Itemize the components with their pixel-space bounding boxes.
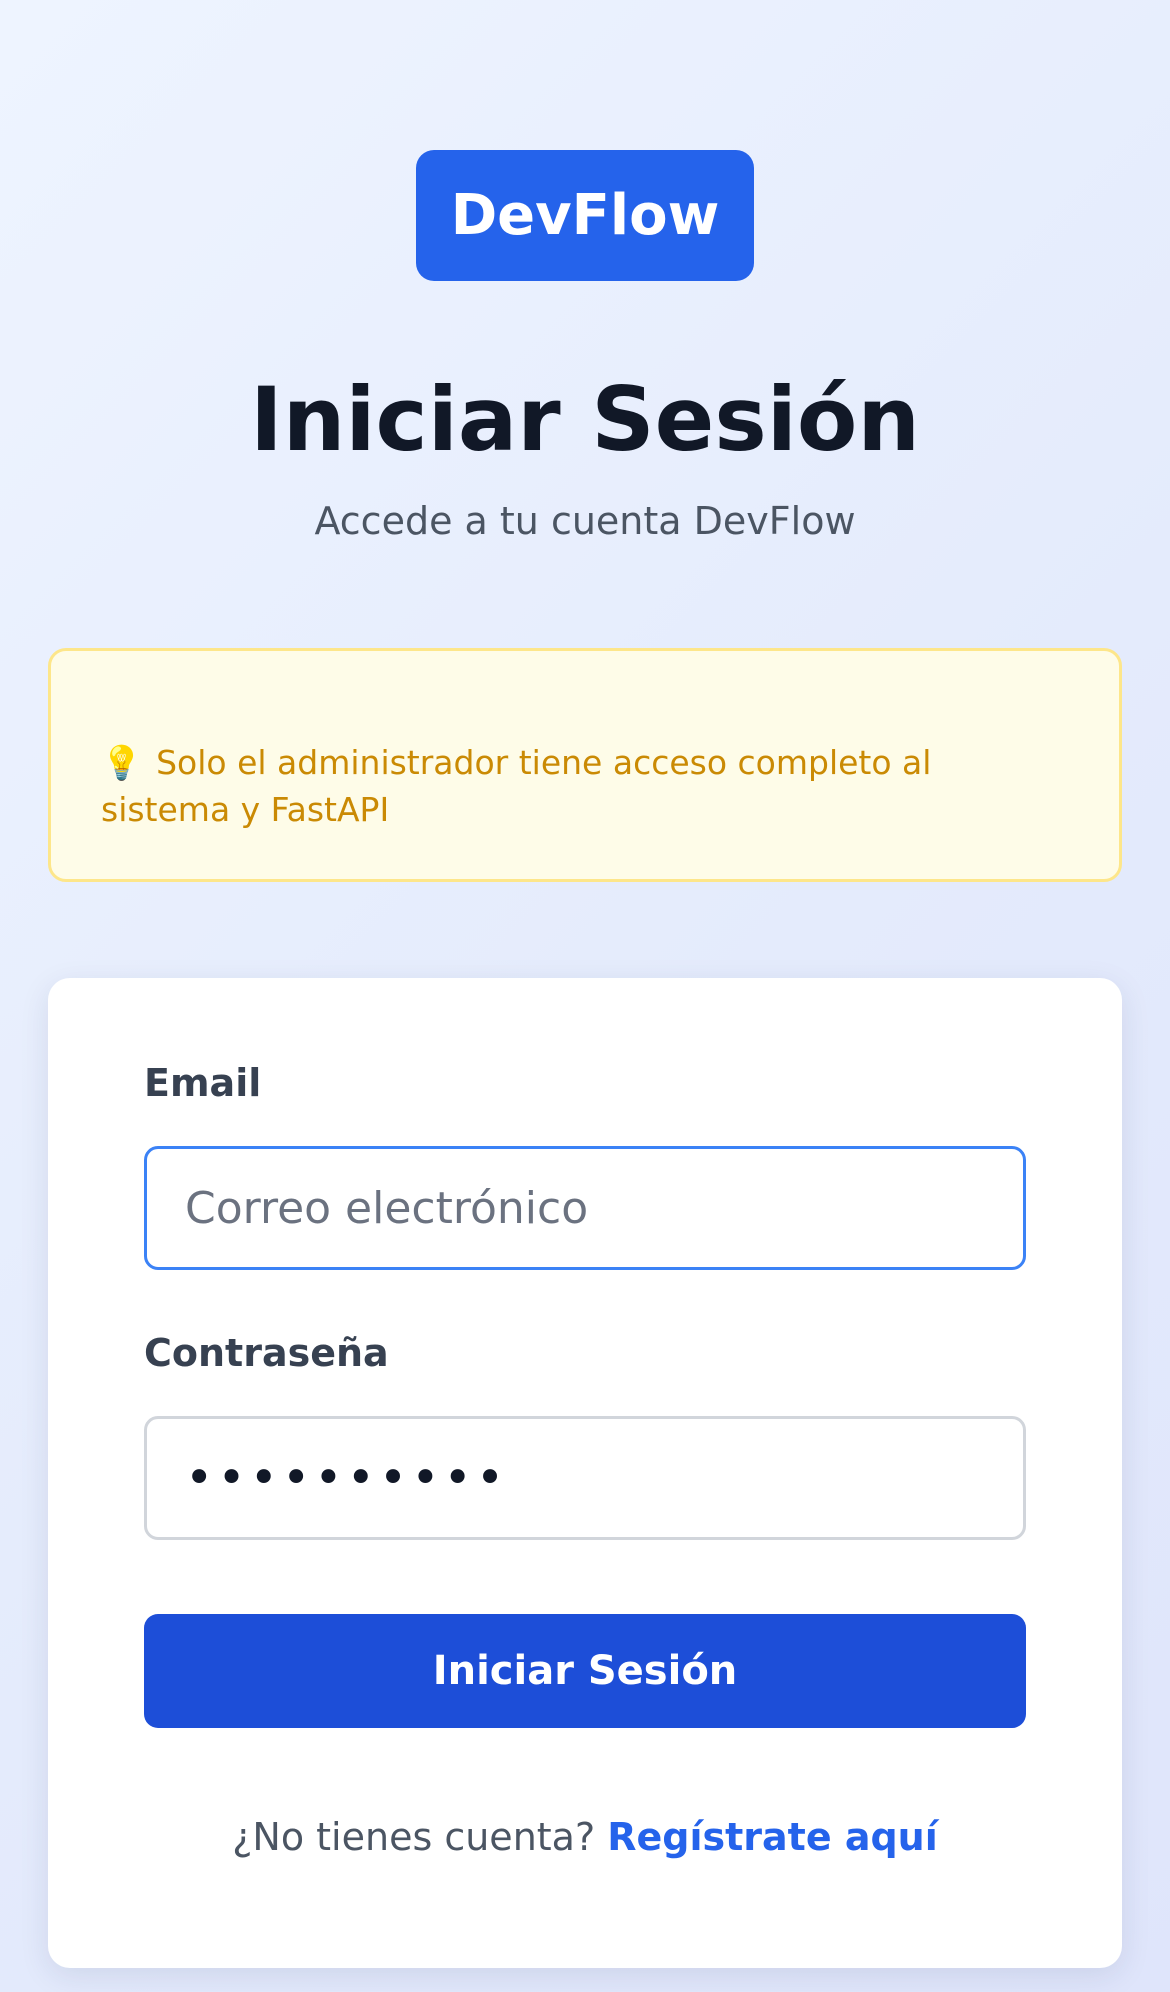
register-prompt: ¿No tienes cuenta? Regístrate aquí: [48, 1811, 1122, 1863]
password-field[interactable]: [144, 1416, 1026, 1540]
login-card: Email Contraseña Iniciar Sesión ¿No tien…: [48, 978, 1122, 1968]
register-prompt-text: ¿No tienes cuenta?: [232, 1815, 596, 1859]
email-field[interactable]: [144, 1146, 1026, 1270]
admin-notice: 💡 Solo el administrador tiene acceso comp…: [48, 648, 1122, 882]
page-title: Iniciar Sesión: [249, 368, 920, 471]
devflow-logo: DevFlow: [416, 150, 754, 281]
page-subtitle: Accede a tu cuenta DevFlow: [314, 499, 856, 543]
login-button[interactable]: Iniciar Sesión: [144, 1614, 1026, 1728]
email-label: Email: [144, 1061, 262, 1105]
password-label: Contraseña: [144, 1331, 389, 1375]
notice-text: Solo el administrador tiene acceso compl…: [101, 743, 932, 829]
lightbulb-icon: 💡: [101, 743, 143, 782]
register-link[interactable]: Regístrate aquí: [607, 1815, 938, 1859]
